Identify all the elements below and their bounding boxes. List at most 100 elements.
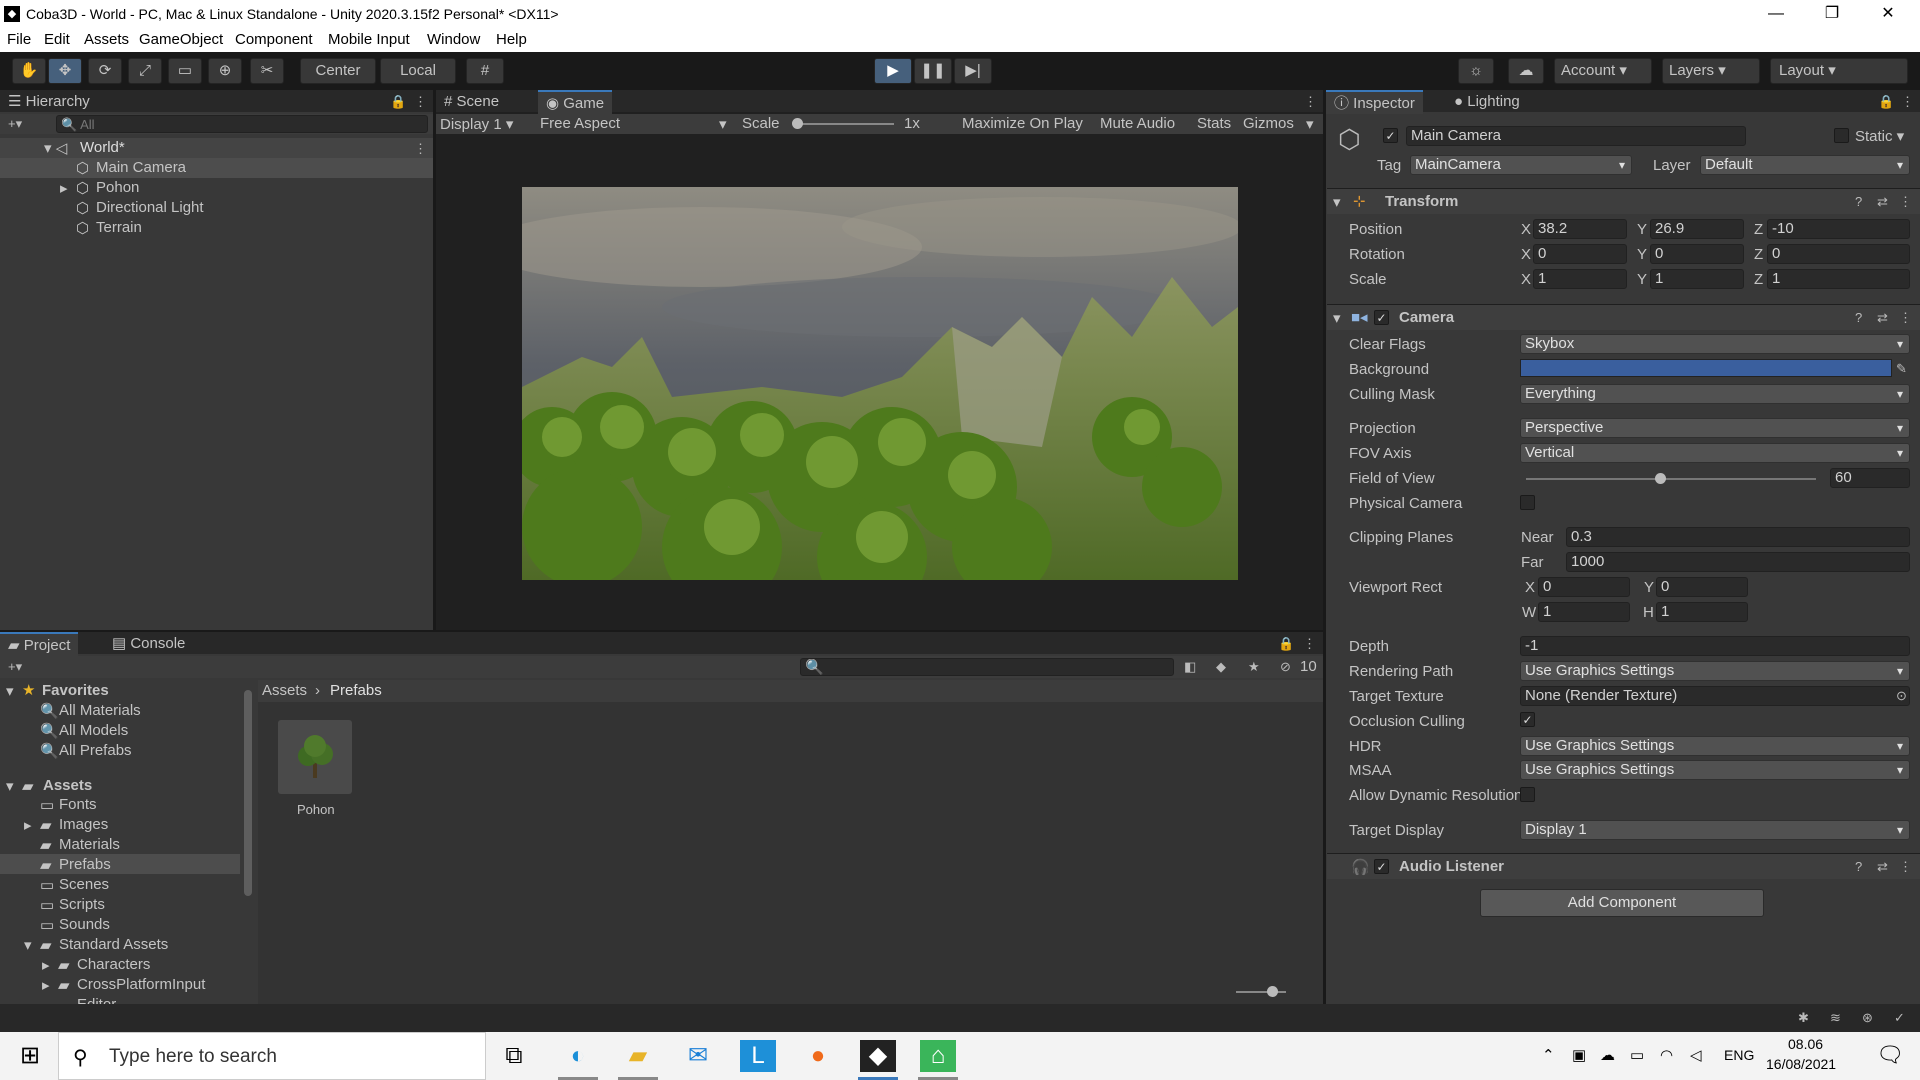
occlusion-culling-checkbox[interactable]: ✓ [1520,712,1535,727]
depth-field[interactable]: -1 [1520,636,1910,656]
pivot-local-button[interactable]: Local [380,58,456,84]
foldout-arrow-icon[interactable]: ▾ [1333,309,1341,327]
hdr-dropdown[interactable]: Use Graphics Settings [1520,736,1910,756]
rotation-z[interactable]: 0 [1767,244,1910,264]
add-icon[interactable]: +▾ [8,116,22,132]
tab-scene[interactable]: # Scene [436,90,507,114]
menu-file[interactable]: File [7,31,31,48]
play-button[interactable]: ▶ [874,58,912,84]
scene-menu-icon[interactable]: ⋮ [414,141,427,157]
menu-mobile-input[interactable]: Mobile Input [328,31,410,48]
layout-dropdown[interactable]: Layout ▾ [1770,58,1908,84]
menu-dots-icon[interactable]: ⋮ [414,94,427,110]
menu-component[interactable]: Component [235,31,313,48]
hand-tool-icon[interactable]: ✋ [12,58,46,84]
maximize-button[interactable]: ❐ [1804,0,1860,28]
transform-tool-icon[interactable]: ⊕ [208,58,242,84]
physical-camera-checkbox[interactable] [1520,495,1535,510]
breadcrumb-prefabs[interactable]: Prefabs [330,682,382,699]
gizmos-arrow-icon[interactable]: ▾ [1306,115,1314,133]
bug-icon[interactable]: ✱ [1798,1010,1809,1026]
mail-icon[interactable]: ✉ [680,1040,716,1072]
file-explorer-icon[interactable]: ▰ [620,1040,656,1072]
l-app-icon[interactable]: L [740,1040,776,1072]
clock-time[interactable]: 08.06 [1788,1036,1823,1052]
folder-item[interactable]: Editor [77,996,116,1004]
scale-slider-handle[interactable] [792,118,803,129]
notification-icon[interactable]: 🗨 [1876,1042,1904,1068]
foldout-arrow-icon[interactable]: ▾ [1333,193,1341,211]
folder-item[interactable]: Characters [77,956,150,973]
lock-icon[interactable]: 🔒 [1878,94,1894,110]
hierarchy-item[interactable]: ⬡ Terrain [0,218,433,238]
aspect-arrow-icon[interactable]: ▾ [719,115,727,133]
dynamic-resolution-checkbox[interactable] [1520,787,1535,802]
tab-lighting[interactable]: ● Lighting [1446,90,1528,114]
grid-snap-icon[interactable]: # [466,58,504,84]
viewport-w[interactable]: 1 [1538,602,1630,622]
account-dropdown[interactable]: Account ▾ [1554,58,1652,84]
folder-item[interactable]: Scripts [59,896,105,913]
component-menu-icon[interactable]: ⋮ [1899,194,1912,210]
tab-project[interactable]: ▰ Project [0,632,79,656]
folder-item[interactable]: Materials [59,836,120,853]
tab-game[interactable]: ◉ Game [538,90,613,114]
tab-inspector[interactable]: ⓘ Inspector [1326,90,1423,114]
custom-tool-icon[interactable]: ✂ [250,58,284,84]
scene-row[interactable]: ▾ ◁ World* ⋮ [0,138,433,158]
help-icon[interactable]: ? [1855,859,1862,874]
filter-type-icon[interactable]: ◧ [1184,659,1196,675]
gizmos-button[interactable]: Gizmos [1243,115,1294,132]
viewport-y[interactable]: 0 [1656,577,1748,597]
viewport-x[interactable]: 0 [1538,577,1630,597]
device-icon[interactable]: ▣ [1572,1046,1586,1064]
folder-item[interactable]: Images [59,816,108,833]
hierarchy-item[interactable]: ⬡ Directional Light [0,198,433,218]
unity-icon[interactable]: ◆ [860,1040,896,1072]
object-name-field[interactable]: Main Camera [1406,126,1746,146]
scale-y[interactable]: 1 [1650,269,1744,289]
near-field[interactable]: 0.3 [1566,527,1910,547]
chevron-up-icon[interactable]: ⌃ [1542,1046,1555,1064]
menu-dots-icon[interactable]: ⋮ [1304,94,1317,110]
firefox-icon[interactable]: ● [800,1040,836,1072]
maximize-on-play-button[interactable]: Maximize On Play [962,115,1083,132]
folder-item[interactable]: Prefabs [59,856,111,873]
fov-axis-dropdown[interactable]: Vertical [1520,443,1910,463]
static-label[interactable]: Static ▾ [1855,127,1904,145]
favorite-icon[interactable]: ★ [1248,659,1260,675]
hierarchy-search-input[interactable]: 🔍 All [56,115,428,133]
camera-header[interactable]: ▾ ■◂ ✓ Camera ? ⇄ ⋮ [1327,304,1920,330]
component-menu-icon[interactable]: ⋮ [1899,859,1912,875]
clear-flags-dropdown[interactable]: Skybox [1520,334,1910,354]
expand-arrow-icon[interactable]: ▸ [60,179,68,197]
mute-audio-button[interactable]: Mute Audio [1100,115,1175,132]
lock-icon[interactable]: 🔒 [390,94,406,110]
menu-dots-icon[interactable]: ⋮ [1901,94,1914,110]
zoom-slider-handle[interactable] [1267,986,1278,997]
folder-item[interactable]: Scenes [59,876,109,893]
pivot-center-button[interactable]: Center [300,58,376,84]
eyedropper-icon[interactable]: ✎ [1896,361,1907,377]
menu-assets[interactable]: Assets [84,31,129,48]
folder-item[interactable]: Fonts [59,796,97,813]
rotate-tool-icon[interactable]: ⟳ [88,58,122,84]
preset-icon[interactable]: ⇄ [1877,859,1888,875]
close-button[interactable]: ✕ [1860,0,1916,28]
cloud-icon[interactable]: ☁ [1508,58,1544,84]
help-icon[interactable]: ? [1855,194,1862,209]
position-x[interactable]: 38.2 [1533,219,1627,239]
display-dropdown[interactable]: Display 1 ▾ [440,115,513,133]
audio-listener-checkbox[interactable]: ✓ [1374,859,1389,874]
minimize-button[interactable]: — [1748,0,1804,28]
tab-hierarchy[interactable]: ☰ Hierarchy [0,90,98,114]
scale-tool-icon[interactable]: ⤢ [128,58,162,84]
breadcrumb-assets[interactable]: Assets [262,682,307,699]
menu-dots-icon[interactable]: ⋮ [1303,636,1316,652]
folder-item[interactable]: Standard Assets [59,936,168,953]
rotation-x[interactable]: 0 [1533,244,1627,264]
expand-arrow-icon[interactable]: ▸ [42,976,50,994]
hierarchy-item[interactable]: ▸ ⬡ Pohon [0,178,433,198]
unity-hub-icon[interactable]: ⌂ [920,1040,956,1072]
layers-dropdown[interactable]: Layers ▾ [1662,58,1760,84]
